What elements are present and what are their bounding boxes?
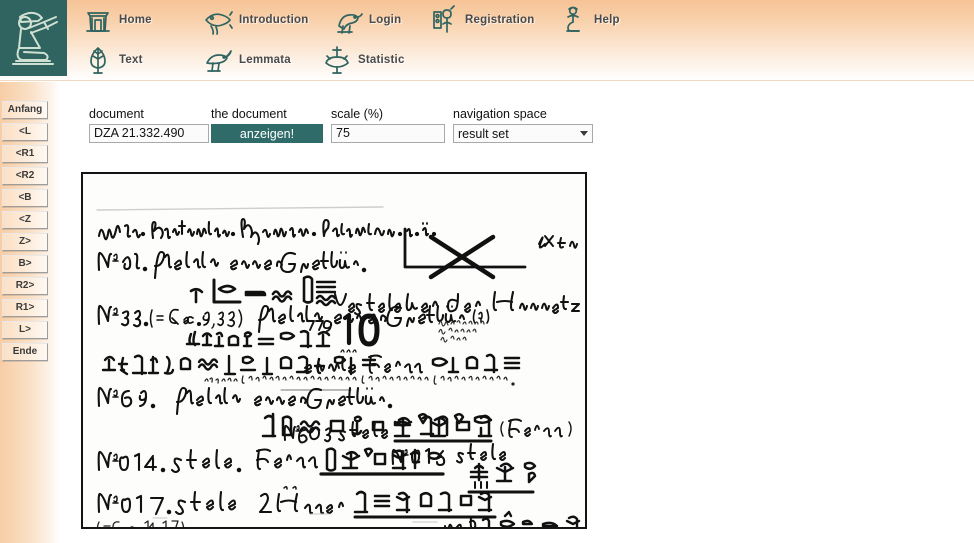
temple-pylon-icon	[81, 2, 115, 38]
nav-prev-z[interactable]: <Z	[2, 211, 48, 229]
document-label: document	[89, 107, 144, 121]
nav-row-secondary: Text Lemmata Statistic	[67, 40, 967, 80]
nav-row-primary: Home Introduction Login Registration Help	[67, 0, 967, 40]
nav-item-label: Introduction	[239, 14, 309, 26]
fish-icon	[201, 2, 235, 38]
chevron-down-icon	[580, 131, 588, 136]
nav-next-r1[interactable]: R1>	[2, 299, 48, 317]
nav-item-label: Statistic	[358, 54, 405, 66]
scale-label: scale (%)	[331, 107, 384, 121]
nav-prev-r1[interactable]: <R1	[2, 145, 48, 163]
nav-next-l[interactable]: L>	[2, 321, 48, 339]
header-divider	[0, 80, 974, 81]
main-content: document DZA 21.332.490 the document anz…	[60, 82, 974, 543]
nav-item-lemmata[interactable]: Lemmata	[201, 40, 291, 80]
navigation-space-group: navigation space result set	[453, 107, 593, 143]
nav-prev-r2[interactable]: <R2	[2, 167, 48, 185]
nav-item-label: Lemmata	[239, 54, 291, 66]
nav-item-login[interactable]: Login	[331, 0, 401, 40]
navigation-sidebar: Anfang <L <R1 <R2 <B <Z Z> B> R2> R1> L> Ende	[0, 82, 60, 543]
seated-scribe-logo[interactable]	[0, 0, 67, 76]
ibis-bird-icon	[201, 42, 235, 78]
nav-next-b[interactable]: B>	[2, 255, 48, 273]
standard-seal-icon	[427, 2, 461, 38]
nav-prev-b[interactable]: <B	[2, 189, 48, 207]
manuscript-strokes	[96, 206, 581, 527]
navigation-space-label: navigation space	[453, 107, 547, 121]
nav-next-z[interactable]: Z>	[2, 233, 48, 251]
nav-item-statistic[interactable]: Statistic	[320, 40, 405, 80]
document-field-group: document DZA 21.332.490	[89, 107, 209, 143]
tree-papyrus-icon	[81, 42, 115, 78]
show-document-label: the document	[211, 107, 287, 121]
lotus-sceptre-icon	[320, 42, 354, 78]
navigation-space-select[interactable]: result set	[453, 124, 593, 143]
nav-item-text[interactable]: Text	[81, 40, 143, 80]
nav-item-introduction[interactable]: Introduction	[201, 0, 308, 40]
kneeling-figure-icon	[556, 2, 590, 38]
nav-item-registration[interactable]: Registration	[427, 0, 535, 40]
navigation-space-value: result set	[458, 126, 509, 141]
nav-item-label: Help	[594, 14, 620, 26]
nav-item-home[interactable]: Home	[81, 0, 152, 40]
nav-item-label: Registration	[465, 14, 535, 26]
bird-quail-icon	[331, 2, 365, 38]
nav-first[interactable]: Anfang	[2, 101, 48, 119]
scale-input[interactable]: 75	[331, 124, 445, 143]
manuscript-slip-image[interactable]	[83, 174, 585, 527]
document-input[interactable]: DZA 21.332.490	[89, 124, 209, 143]
nav-item-label: Login	[369, 14, 402, 26]
nav-item-help[interactable]: Help	[556, 0, 620, 40]
site-header: Home Introduction Login Registration Help Te…	[0, 0, 974, 82]
nav-item-label: Text	[119, 54, 143, 66]
sidebar-button-list: Anfang <L <R1 <R2 <B <Z Z> B> R2> R1> L> Ende	[2, 101, 48, 365]
show-document-button[interactable]: anzeigen!	[211, 124, 323, 143]
page-root: Home Introduction Login Registration Help Te…	[0, 0, 974, 543]
show-document-group: the document anzeigen!	[211, 107, 323, 143]
nav-prev-l[interactable]: <L	[2, 123, 48, 141]
nav-item-label: Home	[119, 14, 152, 26]
document-viewer-frame[interactable]	[81, 172, 587, 529]
nav-last[interactable]: Ende	[2, 343, 48, 361]
scale-field-group: scale (%) 75	[331, 107, 445, 143]
nav-next-r2[interactable]: R2>	[2, 277, 48, 295]
